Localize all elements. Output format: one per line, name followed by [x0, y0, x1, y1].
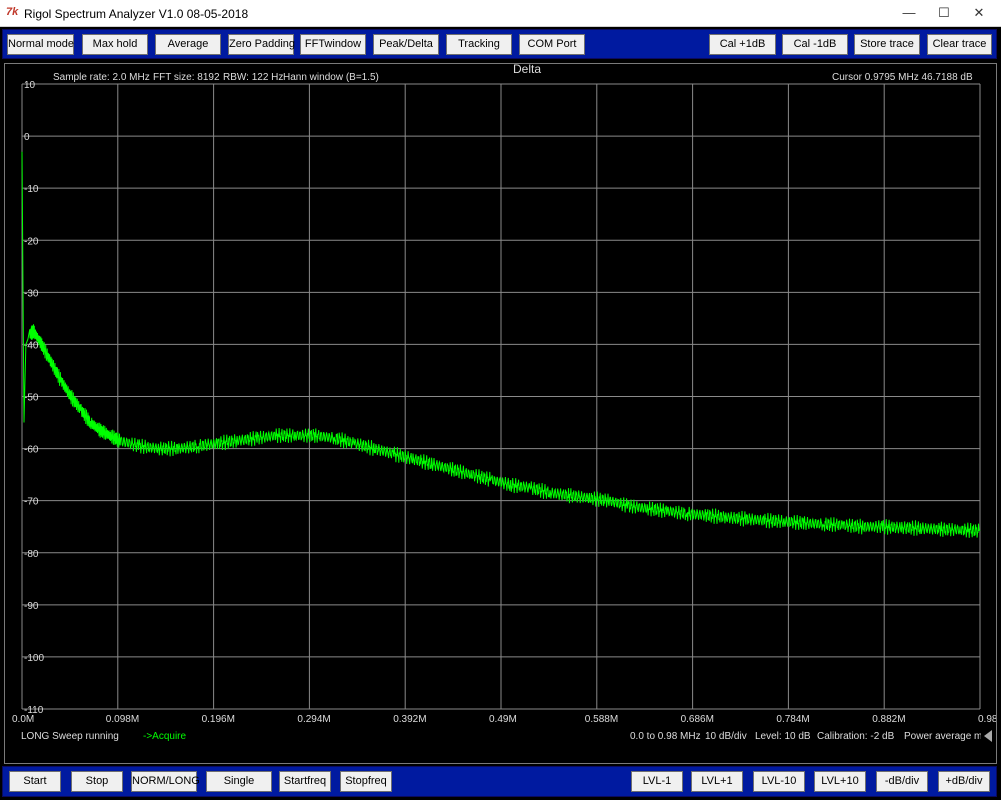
- app-icon: 7k: [6, 6, 19, 18]
- close-icon[interactable]: ✕: [962, 0, 996, 26]
- bottom-toolbar: Start Stop NORM/LONG Single Startfreq St…: [2, 766, 997, 797]
- sweep-status: LONG Sweep running: [21, 731, 119, 742]
- x-tick-label: 0.882M: [872, 714, 905, 725]
- cal-plus-1db-button[interactable]: Cal +1dB: [709, 34, 776, 55]
- x-tick-label: 0.588M: [585, 714, 618, 725]
- y-tick-label: -90: [24, 601, 39, 612]
- x-tick-label: 0.098M: [106, 714, 139, 725]
- db-div-minus-button[interactable]: -dB/div: [876, 771, 928, 792]
- zero-padding-button[interactable]: Zero Padding: [228, 34, 295, 55]
- db-per-div: 10 dB/div: [705, 731, 747, 742]
- max-hold-button[interactable]: Max hold: [82, 34, 148, 55]
- peak-delta-button[interactable]: Peak/Delta: [373, 34, 439, 55]
- start-button[interactable]: Start: [9, 771, 61, 792]
- x-tick-label: 0.49M: [489, 714, 517, 725]
- x-tick-label: 0.686M: [681, 714, 714, 725]
- x-tick-label: 0.392M: [393, 714, 426, 725]
- average-button[interactable]: Average: [155, 34, 221, 55]
- minimize-icon[interactable]: —: [892, 0, 926, 26]
- calibration-label: Calibration: -2 dB: [817, 731, 895, 742]
- frequency-range: 0.0 to 0.98 MHz: [630, 731, 701, 742]
- com-port-button[interactable]: COM Port: [519, 34, 585, 55]
- y-tick-label: -100: [24, 653, 44, 664]
- normal-mode-button[interactable]: Normal mode: [7, 34, 74, 55]
- cal-minus-1db-button[interactable]: Cal -1dB: [782, 34, 848, 55]
- lvl-minus-1-button[interactable]: LVL-1: [631, 771, 683, 792]
- cursor-readout: Cursor 0.9795 MHz 46.7188 dB: [832, 72, 973, 83]
- maximize-icon[interactable]: ☐: [927, 0, 961, 26]
- single-button[interactable]: Single: [206, 771, 272, 792]
- mode-label: Power average mode: [904, 731, 981, 742]
- rbw-label: RBW: 122 Hz: [223, 72, 284, 83]
- fft-size-label: FFT size: 8192: [153, 72, 220, 83]
- y-tick-label: -50: [24, 393, 39, 404]
- y-tick-label: -80: [24, 549, 39, 560]
- stopfreq-button[interactable]: Stopfreq: [340, 771, 392, 792]
- y-tick-label: -110: [24, 705, 44, 716]
- lvl-plus-1-button[interactable]: LVL+1: [691, 771, 743, 792]
- window-title: Rigol Spectrum Analyzer V1.0 08-05-2018: [24, 7, 249, 21]
- sample-rate-label: Sample rate: 2.0 MHz: [53, 72, 150, 83]
- scroll-left-icon[interactable]: [984, 730, 992, 742]
- level-label: Level: 10 dB: [755, 731, 811, 742]
- tracking-button[interactable]: Tracking: [446, 34, 512, 55]
- top-toolbar: Normal mode Max hold Average Zero Paddin…: [2, 29, 997, 59]
- lvl-plus-10-button[interactable]: LVL+10: [814, 771, 866, 792]
- spectrum-chart: 0.0M 0.098M 0.196M 0.294M 0.392M 0.49M 0.588M 0…: [12, 80, 996, 725]
- x-tick-label: 0.98M: [978, 714, 996, 725]
- y-tick-label: -20: [24, 236, 39, 247]
- y-tick-label: -70: [24, 497, 39, 508]
- x-tick-label: 0.294M: [297, 714, 330, 725]
- y-tick-label: -30: [24, 288, 39, 299]
- spectrum-display: 0.0M 0.098M 0.196M 0.294M 0.392M 0.49M 0.588M 0…: [4, 62, 997, 764]
- startfreq-button[interactable]: Startfreq: [279, 771, 331, 792]
- y-tick-label: 10: [24, 80, 36, 91]
- delta-overlay-label: Delta: [513, 62, 542, 76]
- y-tick-label: 0: [24, 132, 30, 143]
- x-tick-label: 0.784M: [776, 714, 809, 725]
- acquire-status: ->Acquire: [143, 731, 187, 742]
- y-tick-label: -60: [24, 445, 39, 456]
- lvl-minus-10-button[interactable]: LVL-10: [753, 771, 805, 792]
- store-trace-button[interactable]: Store trace: [854, 34, 920, 55]
- norm-long-button[interactable]: NORM/LONG: [131, 771, 200, 792]
- db-div-plus-button[interactable]: +dB/div: [938, 771, 990, 792]
- y-tick-label: -10: [24, 184, 39, 195]
- fft-window-button[interactable]: FFTwindow: [300, 34, 366, 55]
- x-tick-label: 0.196M: [202, 714, 235, 725]
- title-bar: 7k Rigol Spectrum Analyzer V1.0 08-05-20…: [0, 0, 1001, 27]
- window-label: Hann window (B=1.5): [283, 72, 379, 83]
- clear-trace-button[interactable]: Clear trace: [927, 34, 992, 55]
- stop-button[interactable]: Stop: [71, 771, 123, 792]
